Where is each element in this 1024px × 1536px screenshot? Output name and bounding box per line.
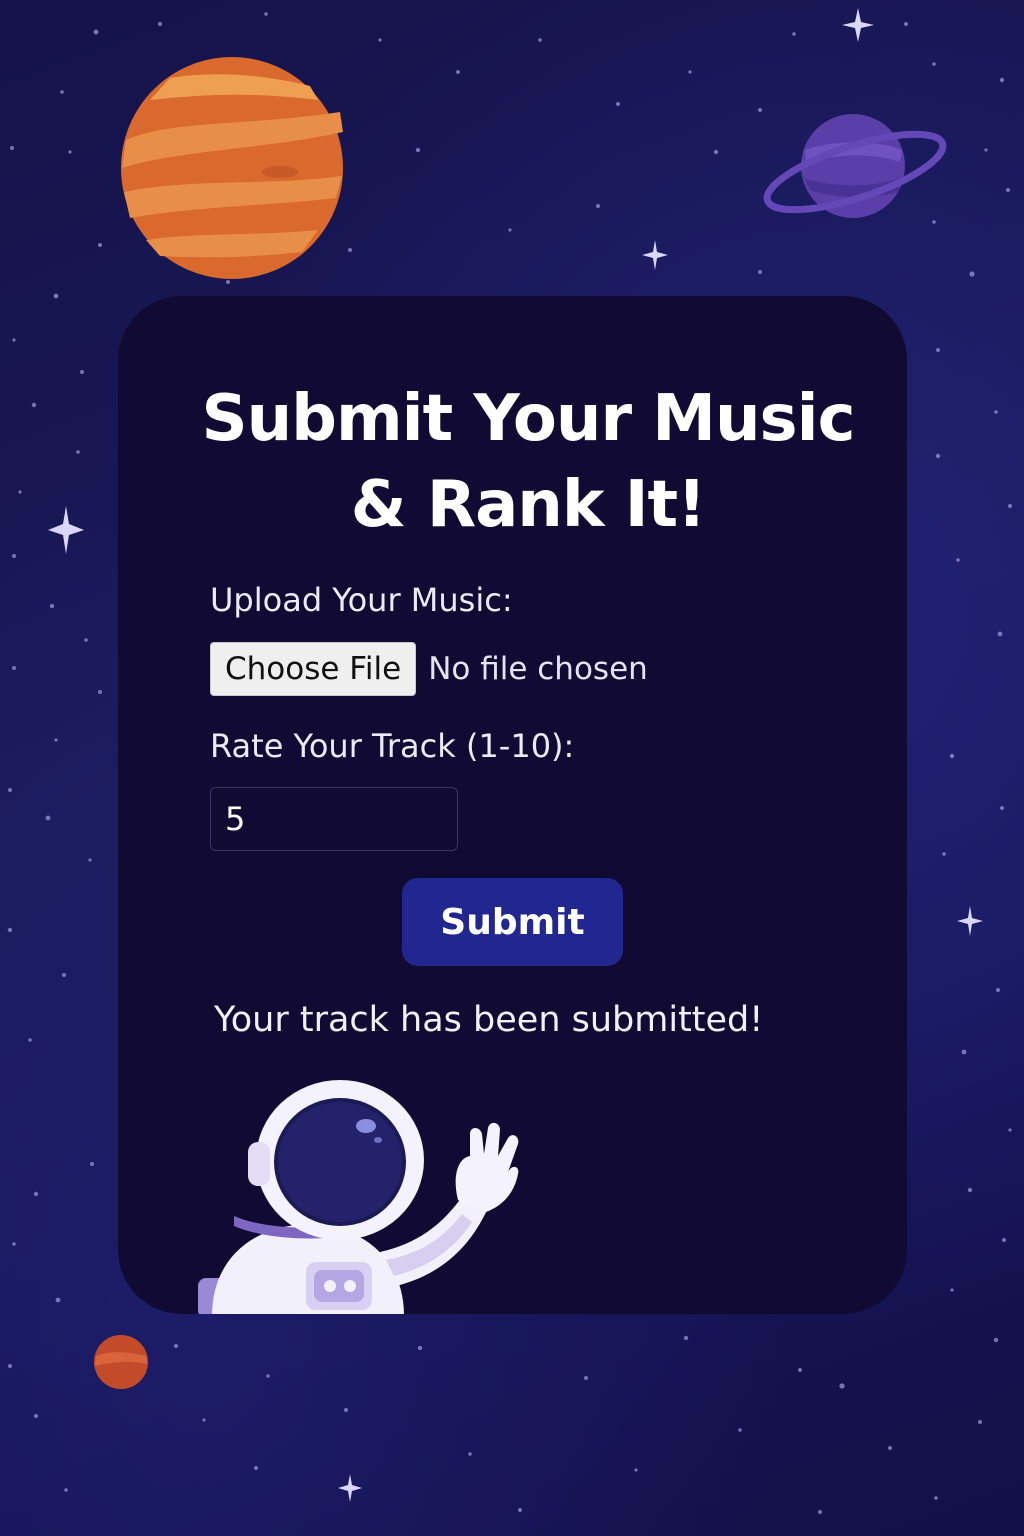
orange-planet-icon — [121, 57, 343, 279]
submission-confirmation: Your track has been submitted! — [214, 1000, 764, 1040]
choose-file-button[interactable]: Choose File — [210, 642, 417, 696]
upload-label: Upload Your Music: — [210, 581, 513, 619]
submission-card: Submit Your Music & Rank It! Upload Your… — [118, 296, 907, 1314]
submit-button[interactable]: Submit — [402, 878, 623, 966]
red-planet-icon — [94, 1335, 148, 1389]
rating-input[interactable] — [210, 787, 458, 851]
rating-label: Rate Your Track (1-10): — [210, 727, 575, 765]
ringed-planet-icon — [763, 114, 947, 218]
page-title-line-1: Submit Your Music — [201, 382, 855, 456]
file-upload-field[interactable]: Choose File No file chosen — [210, 642, 648, 696]
page-title-line-2: & Rank It! — [350, 468, 707, 542]
page-title: Submit Your Music & Rank It! — [198, 376, 858, 548]
file-status-text: No file chosen — [428, 651, 648, 687]
astronaut-illustration — [198, 1080, 519, 1314]
